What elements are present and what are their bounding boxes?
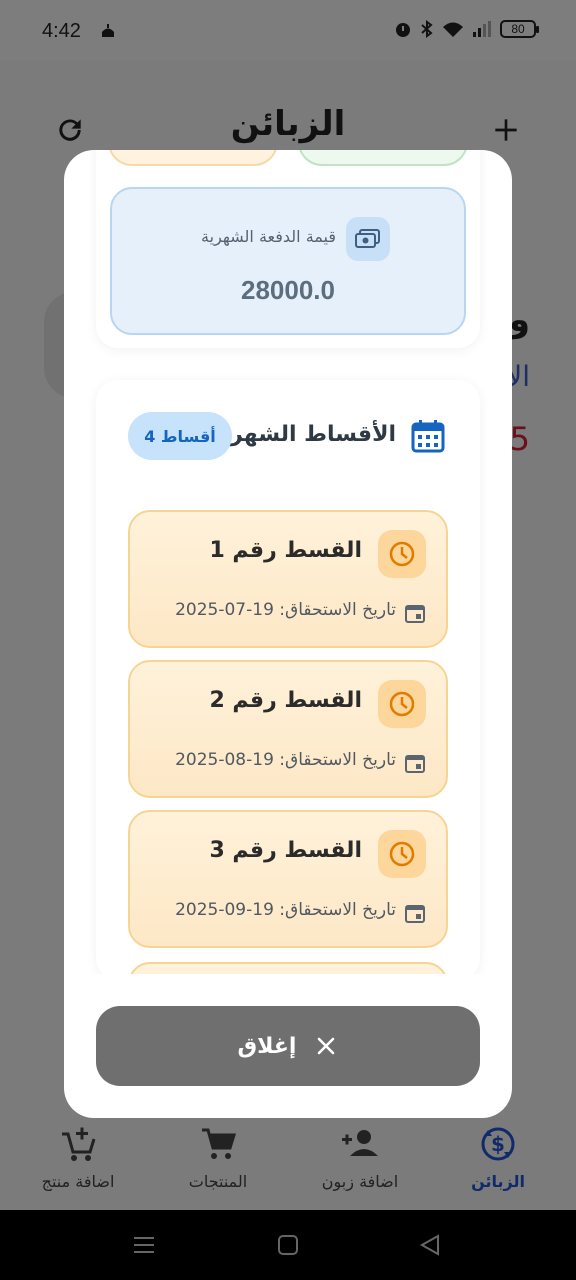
calendar-icon <box>411 420 445 453</box>
installment-card[interactable]: القسط رقم 1 تاريخ الاستحقاق: 19-07-2025 <box>128 510 448 648</box>
alarm-icon <box>396 23 410 37</box>
installments-dialog: قيمة الدفعة الشهرية 28000.0 الأقساط الشه… <box>64 150 512 1118</box>
bluetooth-icon <box>421 20 433 38</box>
add-icon[interactable] <box>490 114 522 146</box>
installment-due-date: تاريخ الاستحقاق: 19-08-2025 <box>175 750 396 770</box>
payment-value: 28000.0 <box>241 275 335 305</box>
installment-name: القسط رقم 3 <box>209 838 362 863</box>
payment-label: قيمة الدفعة الشهرية <box>201 227 336 246</box>
installments-title: الأقساط الشهرية <box>208 422 396 447</box>
installment-due-date: تاريخ الاستحقاق: 19-09-2025 <box>175 900 396 920</box>
installment-due-date: تاريخ الاستحقاق: 19-07-2025 <box>175 600 396 620</box>
summary-card-partial <box>108 150 278 166</box>
close-icon <box>318 1037 335 1055</box>
event-icon <box>405 755 425 773</box>
close-button[interactable]: إغلاق <box>96 1006 480 1086</box>
nav-item-products[interactable]: المنتجات <box>148 1124 288 1191</box>
installments-section: الأقساط الشهرية 4 أقساط القسط رقم 1 تاري… <box>96 380 480 974</box>
nav-item-add-product[interactable]: اضافة منتج <box>8 1124 148 1191</box>
installment-name: القسط رقم 1 <box>209 538 362 563</box>
event-icon <box>405 905 425 923</box>
status-time: 4:42 <box>42 20 81 42</box>
status-icons: 80 <box>394 20 539 38</box>
person-add-icon <box>342 1130 378 1156</box>
installment-card-partial[interactable] <box>128 962 448 974</box>
summary-section: قيمة الدفعة الشهرية 28000.0 <box>96 150 480 348</box>
cart-icon <box>202 1128 237 1159</box>
nav-label: المنتجات <box>188 1172 248 1191</box>
wifi-icon <box>443 22 463 37</box>
back-icon[interactable] <box>418 1234 442 1256</box>
background-text: و <box>508 300 530 340</box>
mosque-icon <box>102 24 114 37</box>
installment-name: القسط رقم 2 <box>209 688 362 713</box>
installment-card[interactable]: القسط رقم 3 تاريخ الاستحقاق: 19-09-2025 <box>128 810 448 948</box>
summary-card-partial <box>298 150 468 166</box>
signal-icon <box>473 21 491 37</box>
nav-label: الزبائن <box>471 1172 525 1191</box>
menu-icon[interactable] <box>132 1234 156 1256</box>
event-icon <box>405 605 425 623</box>
close-label: إغلاق <box>237 1033 297 1059</box>
installment-card[interactable]: القسط رقم 2 تاريخ الاستحقاق: 19-08-2025 <box>128 660 448 798</box>
home-icon[interactable] <box>276 1234 300 1256</box>
nav-label: اضافة منتج <box>41 1172 115 1191</box>
system-navigation-bar <box>0 1210 576 1280</box>
clock-icon <box>378 680 426 728</box>
dialog-scroll-area[interactable]: قيمة الدفعة الشهرية 28000.0 الأقساط الشه… <box>64 150 512 974</box>
clock-icon <box>378 830 426 878</box>
battery-indicator: 80 <box>500 20 539 38</box>
installments-count-badge: 4 أقساط <box>128 412 232 460</box>
nav-item-customers[interactable]: $ الزبائن <box>428 1124 568 1191</box>
add-shopping-cart-icon <box>62 1127 96 1161</box>
clock-icon <box>378 530 426 578</box>
currency-exchange-icon: $ <box>481 1127 515 1161</box>
nav-item-add-customer[interactable]: اضافة زبون <box>290 1124 430 1191</box>
nav-label: اضافة زبون <box>321 1172 399 1191</box>
status-bar: 4:42 80 <box>0 0 576 60</box>
monthly-payment-card: قيمة الدفعة الشهرية 28000.0 <box>110 187 466 335</box>
svg-text:$: $ <box>491 1132 505 1156</box>
bottom-navigation: $ الزبائن اضافة زبون المنتجات اضافة منتج <box>0 1120 576 1210</box>
payments-icon <box>346 217 390 261</box>
